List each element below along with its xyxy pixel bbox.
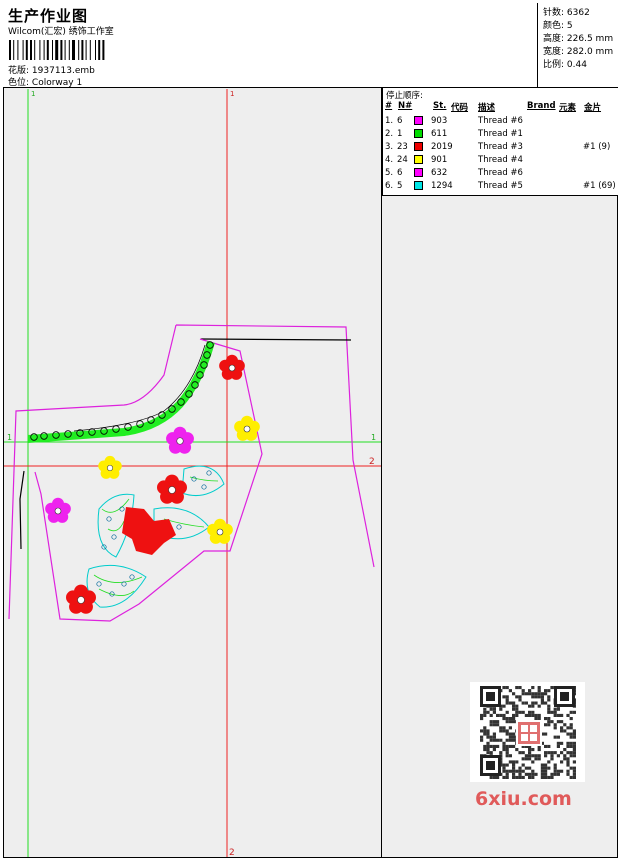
guide-label-v2-bottom: 2 xyxy=(229,848,235,857)
row-needle: 5 xyxy=(397,181,403,191)
color-swatch xyxy=(414,129,423,138)
colorway-name: Colorway 1 xyxy=(31,78,83,88)
stop-sequence-label: 停止顺序: xyxy=(386,91,423,101)
row-needle: 6 xyxy=(397,168,403,178)
stop-row: 3. 23 2019 Thread #3 #1 (9) xyxy=(383,141,619,154)
band-edge xyxy=(73,344,206,432)
stat-colors: 颜色: 5 xyxy=(543,21,573,31)
row-index: 1. xyxy=(385,116,394,126)
stat-stitches: 针数: 6362 xyxy=(543,8,590,18)
row-description: Thread #5 xyxy=(478,181,523,191)
panel-divider xyxy=(381,88,382,858)
guide-label-v1-top: 1 xyxy=(31,90,35,98)
stop-row: 5. 6 632 Thread #6 xyxy=(383,167,619,180)
guide-label-v2-top: 1 xyxy=(230,90,234,98)
company-name: Wilcom(汇宏) 绣饰工作室 xyxy=(8,27,114,37)
guide-label-h1-right: 1 xyxy=(371,433,376,442)
stop-row: 2. 1 611 Thread #1 xyxy=(383,128,619,141)
guide-label-h1-left: 1 xyxy=(7,433,12,442)
row-needle: 23 xyxy=(397,142,408,152)
stop-sequence-panel: 停止顺序: # N# St. 代码 描述 Brand 元素 金片 1. 6 903 T… xyxy=(382,88,618,196)
col-needle: N# xyxy=(398,101,413,111)
stop-row: 4. 24 901 Thread #4 xyxy=(383,154,619,167)
col-description: 描述 xyxy=(478,103,496,113)
row-stitches: 901 xyxy=(431,155,448,165)
color-swatch xyxy=(414,155,423,164)
qr-code xyxy=(470,682,585,782)
color-swatch xyxy=(414,168,423,177)
row-index: 2. xyxy=(385,129,394,139)
guide-label-h2-right: 2 xyxy=(369,457,375,467)
row-stitches: 1294 xyxy=(431,181,453,191)
row-stitches: 632 xyxy=(431,168,448,178)
row-index: 3. xyxy=(385,142,394,152)
stats-panel: 针数: 6362 颜色: 5 高度: 226.5 mm 宽度: 282.0 mm… xyxy=(538,3,618,88)
row-needle: 6 xyxy=(397,116,403,126)
stat-scale: 比例: 0.44 xyxy=(543,60,587,70)
col-code: 代码 xyxy=(451,103,469,113)
color-swatch xyxy=(414,142,423,151)
col-brand: Brand xyxy=(527,101,556,111)
row-extra: #1 (9) xyxy=(583,142,611,152)
stat-width: 宽度: 282.0 mm xyxy=(543,47,614,57)
stop-row: 6. 5 1294 Thread #5 #1 (69) xyxy=(383,180,619,193)
row-stitches: 2019 xyxy=(431,142,453,152)
row-description: Thread #6 xyxy=(478,168,523,178)
stat-height: 高度: 226.5 mm xyxy=(543,34,614,44)
color-swatch xyxy=(414,181,423,190)
row-description: Thread #4 xyxy=(478,155,523,165)
row-description: Thread #6 xyxy=(478,116,523,126)
patch-outline xyxy=(34,338,263,622)
flower-group xyxy=(45,354,260,614)
barcode xyxy=(9,40,105,60)
row-stitches: 611 xyxy=(431,129,448,139)
col-sequin: 金片 xyxy=(584,103,602,113)
header-panel: 生产作业图 Wilcom(汇宏) 绣饰工作室 花版: 1937113.emb 色… xyxy=(3,3,538,88)
colorway-label: 色位: xyxy=(8,78,30,88)
watermark: 6xiu.com xyxy=(475,788,572,810)
design-preview: 1 1 1 1 2 2 xyxy=(4,89,381,857)
row-description: Thread #1 xyxy=(478,129,523,139)
row-stitches: 903 xyxy=(431,116,448,126)
row-extra: #1 (69) xyxy=(583,181,616,191)
row-index: 5. xyxy=(385,168,394,178)
colorway-line: 色位: Colorway 1 xyxy=(8,75,82,88)
col-element: 元素 xyxy=(559,103,577,113)
col-index: # xyxy=(385,101,393,111)
row-needle: 24 xyxy=(397,155,408,165)
color-swatch xyxy=(414,116,423,125)
red-cluster xyxy=(122,507,176,555)
page-title: 生产作业图 xyxy=(8,7,89,25)
row-needle: 1 xyxy=(397,129,403,139)
row-index: 6. xyxy=(385,181,394,191)
row-index: 4. xyxy=(385,155,394,165)
col-stitches: St. xyxy=(433,101,447,111)
garment-outline xyxy=(8,324,375,620)
stop-row: 1. 6 903 Thread #6 xyxy=(383,115,619,128)
row-description: Thread #3 xyxy=(478,142,523,152)
